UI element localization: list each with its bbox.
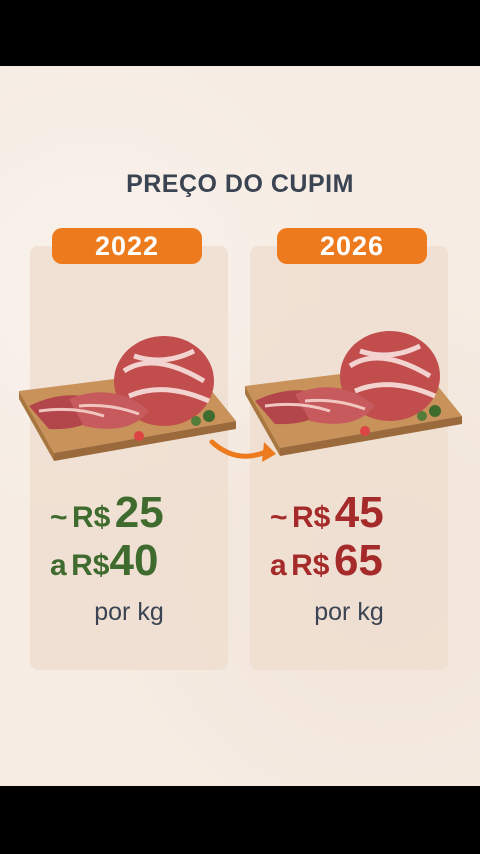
unit-label-2026: por kg bbox=[314, 598, 384, 626]
price-min-2022: ~ R$ 25 bbox=[50, 488, 164, 537]
year-badge-2022: 2022 bbox=[52, 228, 202, 264]
price-max-2026: a R$ 65 bbox=[270, 536, 383, 585]
year-badge-2026: 2026 bbox=[277, 228, 427, 264]
price-min-2026: ~ R$ 45 bbox=[270, 488, 384, 537]
arrow-right-icon bbox=[209, 439, 276, 462]
price-max-2022: a R$40 bbox=[50, 536, 159, 585]
unit-label-2022: por kg bbox=[94, 598, 164, 626]
page-title: PREÇO DO CUPIM bbox=[126, 170, 354, 198]
poster-background: PREÇO DO CUPIM 2022 2026 ~ R$ 25 a R$40 … bbox=[0, 66, 480, 786]
